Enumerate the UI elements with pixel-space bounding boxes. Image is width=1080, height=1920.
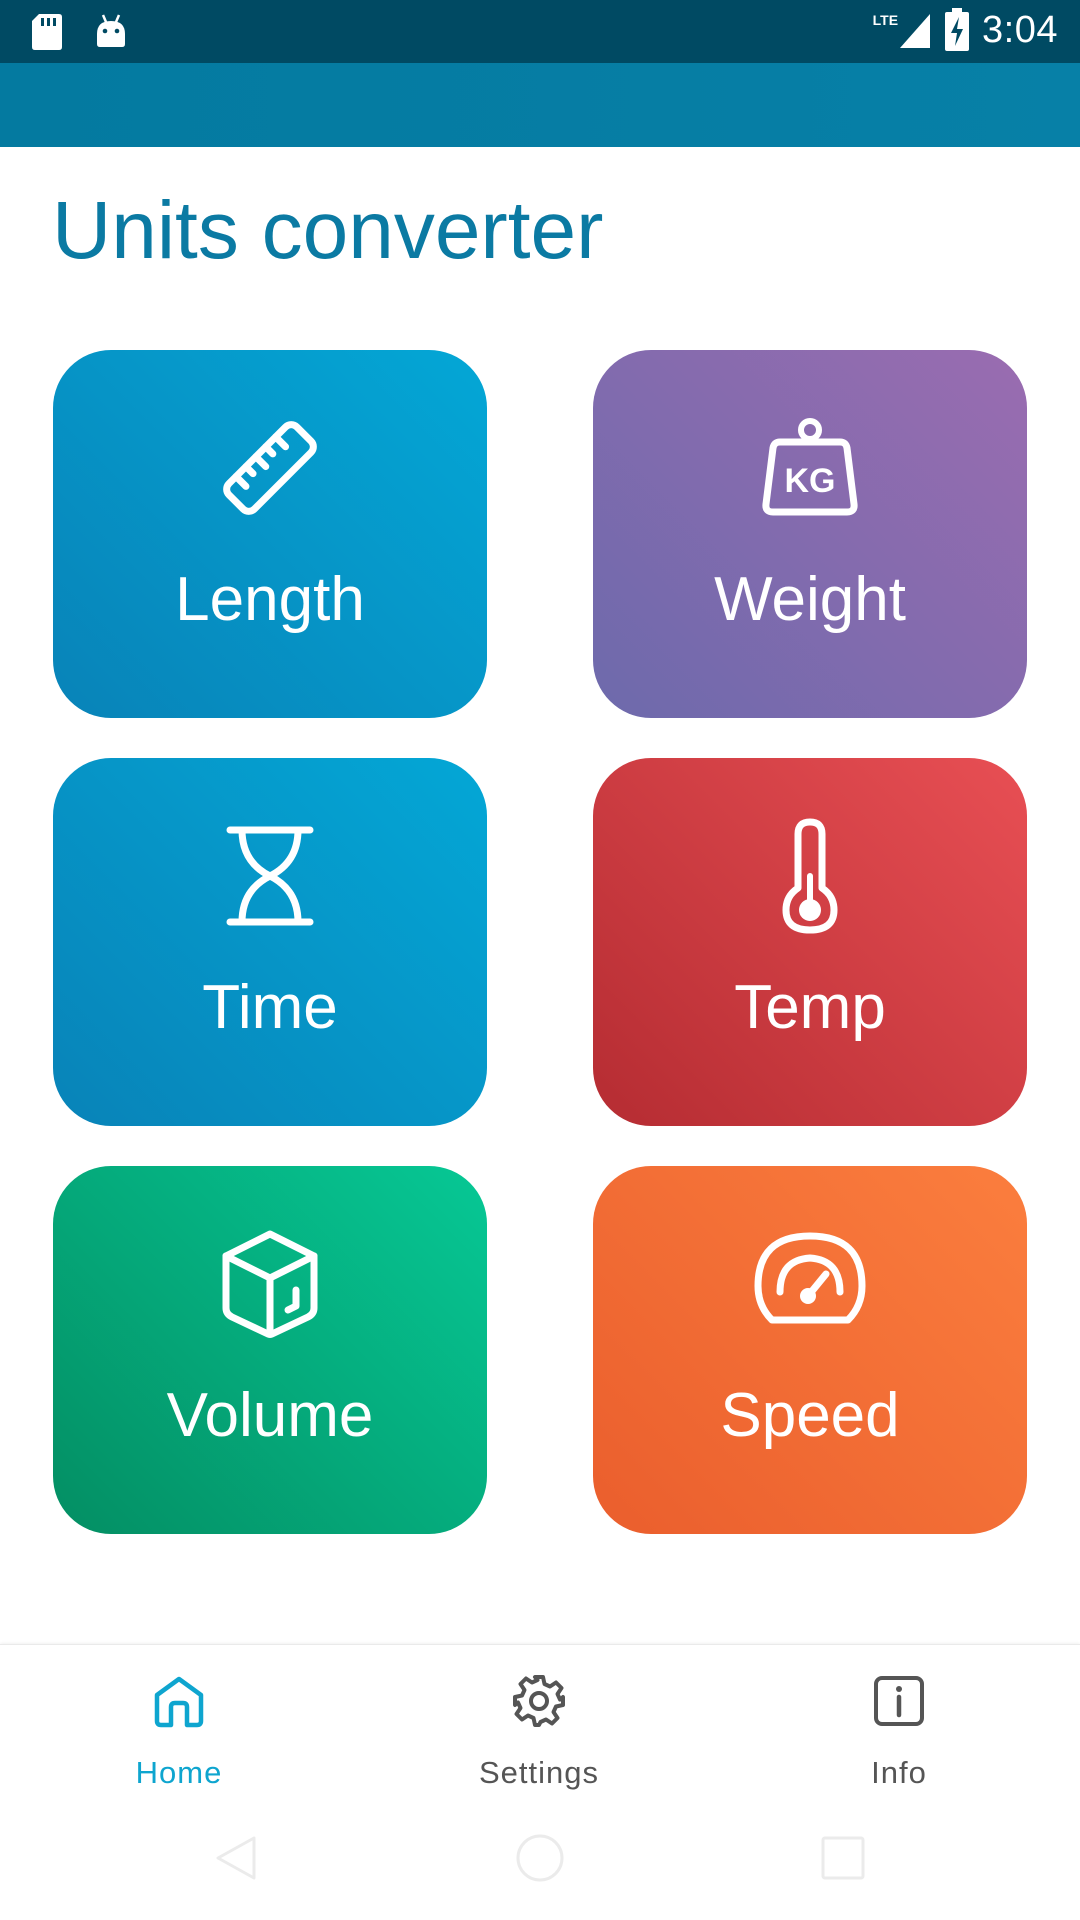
battery-charging-icon — [945, 8, 970, 51]
svg-text:KG: KG — [785, 462, 836, 500]
nav-label-home: Home — [135, 1755, 223, 1790]
volume-tile[interactable]: Volume — [53, 1166, 487, 1534]
volume-label: Volume — [166, 1381, 374, 1450]
sd-card-icon — [32, 14, 62, 50]
nav-item-settings[interactable]: Settings — [429, 1645, 649, 1797]
gear-icon — [513, 1675, 565, 1727]
weight-tile[interactable]: KG Weight — [593, 350, 1027, 718]
app-bar — [0, 63, 1080, 147]
nav-label-settings: Settings — [478, 1755, 599, 1790]
nav-label-info: Info — [871, 1755, 927, 1790]
hourglass-icon — [226, 826, 314, 926]
status-time: 3:04 — [982, 8, 1058, 51]
temp-tile[interactable]: Temp — [593, 758, 1027, 1126]
speed-tile[interactable]: Speed — [593, 1166, 1027, 1534]
recents-icon[interactable] — [820, 1835, 866, 1881]
length-label: Length — [175, 565, 365, 634]
weight-label: Weight — [714, 565, 906, 634]
system-navigation-bar — [0, 1796, 1080, 1920]
home-circle-icon[interactable] — [515, 1833, 565, 1883]
system-status-icons: LTE 3:04 — [873, 8, 1058, 52]
back-icon[interactable] — [212, 1834, 260, 1882]
nav-item-home[interactable]: Home — [69, 1645, 289, 1797]
thermometer-icon — [782, 818, 838, 934]
time-label: Time — [202, 973, 338, 1042]
temp-label: Temp — [734, 973, 886, 1042]
page-title: Units converter — [52, 185, 604, 276]
time-tile[interactable]: Time — [53, 758, 487, 1126]
signal-icon — [900, 14, 931, 48]
ruler-icon — [223, 421, 317, 515]
length-tile[interactable]: Length — [53, 350, 487, 718]
nav-item-info[interactable]: Info — [789, 1645, 1009, 1797]
status-bar: LTE 3:04 — [0, 0, 1080, 63]
info-icon — [874, 1676, 924, 1726]
speedometer-icon — [754, 1232, 866, 1324]
bottom-navigation: Home Settings Info — [0, 1644, 1080, 1797]
home-icon — [154, 1676, 204, 1728]
network-type: LTE — [872, 12, 899, 28]
speed-label: Speed — [720, 1381, 900, 1450]
cube-icon — [222, 1230, 318, 1338]
notification-icons — [30, 12, 128, 52]
kg-weight-icon: KG — [762, 418, 858, 516]
android-icon — [97, 14, 125, 47]
